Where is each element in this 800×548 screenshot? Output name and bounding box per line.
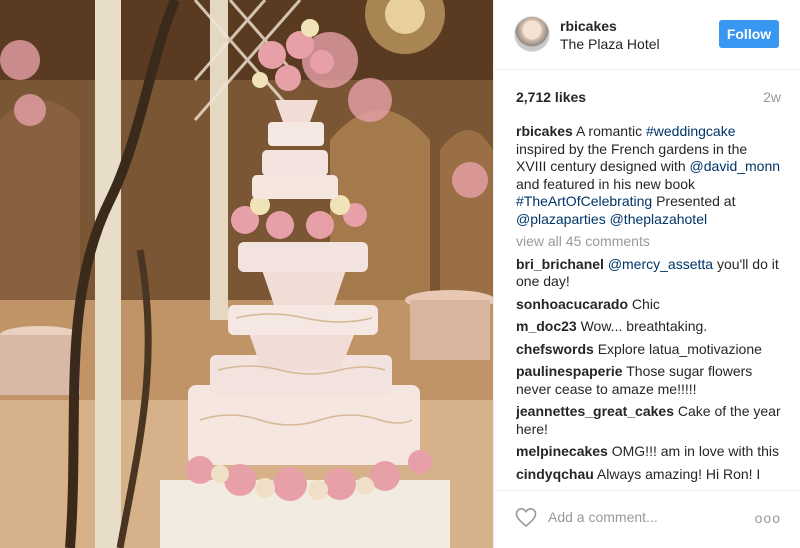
location-link[interactable]: The Plaza Hotel: [560, 36, 660, 52]
avatar[interactable]: [514, 16, 550, 52]
caption-username[interactable]: rbicakes: [516, 123, 573, 139]
timestamp[interactable]: 2w: [763, 89, 781, 105]
hashtag-link[interactable]: #weddingcake: [646, 123, 736, 139]
post-details-panel: rbicakes The Plaza Hotel Follow 2,712 li…: [493, 0, 800, 548]
mention-link[interactable]: @plazaparties: [516, 211, 606, 227]
comment-username[interactable]: melpinecakes: [516, 443, 608, 459]
wedding-cake-image: [0, 0, 493, 548]
more-options-icon[interactable]: ooo: [755, 510, 781, 526]
comment-username[interactable]: sonhoacucarado: [516, 296, 628, 312]
comment-item: chefswords Explore latua_motivazione: [516, 340, 762, 357]
comment-item: m_doc23 Wow... breathtaking.: [516, 318, 708, 334]
comment-item: cindyqchau Always amazing! Hi Ron! I mis…: [516, 465, 761, 486]
caption: rbicakes A romantic #weddingcake inspire…: [516, 123, 781, 227]
hashtag-link[interactable]: #TheArtOfCelebrating: [516, 193, 652, 209]
comment-username[interactable]: m_doc23: [516, 318, 577, 334]
comment-bar: Add a comment... ooo: [494, 490, 800, 548]
post-viewer: rbicakes The Plaza Hotel Follow 2,712 li…: [0, 0, 800, 548]
heart-outline-icon[interactable]: [514, 505, 538, 529]
follow-button[interactable]: Follow: [719, 20, 779, 48]
comments-list: rbicakes A romantic #weddingcake inspire…: [516, 123, 781, 485]
comment-item: sonhoacucarado Chic: [516, 295, 660, 312]
comment-item: jeannettes_great_cakes Cake of the year …: [516, 403, 781, 437]
comment-username[interactable]: chefswords: [516, 341, 594, 357]
mention-link[interactable]: @david_monn: [690, 158, 781, 174]
comment-item: bri_brichanel @mercy_assetta you'll do i…: [516, 255, 779, 290]
add-comment-input[interactable]: Add a comment...: [548, 509, 658, 525]
comment-username[interactable]: paulinespaperie: [516, 363, 623, 379]
post-header: rbicakes The Plaza Hotel Follow: [494, 0, 800, 70]
comment-username[interactable]: cindyqchau: [516, 466, 594, 482]
comment-username[interactable]: bri_brichanel: [516, 256, 604, 272]
view-all-comments-link[interactable]: view all 45 comments: [516, 233, 781, 251]
mention-link[interactable]: @mercy_assetta: [608, 256, 713, 272]
post-photo[interactable]: [0, 0, 493, 548]
comment-item: melpinecakes OMG!!! am in love with this: [516, 443, 780, 459]
comment-item: paulinespaperie Those sugar flowers neve…: [516, 363, 753, 397]
likes-count[interactable]: 2,712 likes: [516, 89, 586, 105]
username-link[interactable]: rbicakes: [560, 18, 617, 34]
comment-username[interactable]: jeannettes_great_cakes: [516, 403, 674, 419]
likes-row: 2,712 likes 2w: [516, 89, 781, 105]
mention-link[interactable]: @theplazahotel: [610, 211, 708, 227]
